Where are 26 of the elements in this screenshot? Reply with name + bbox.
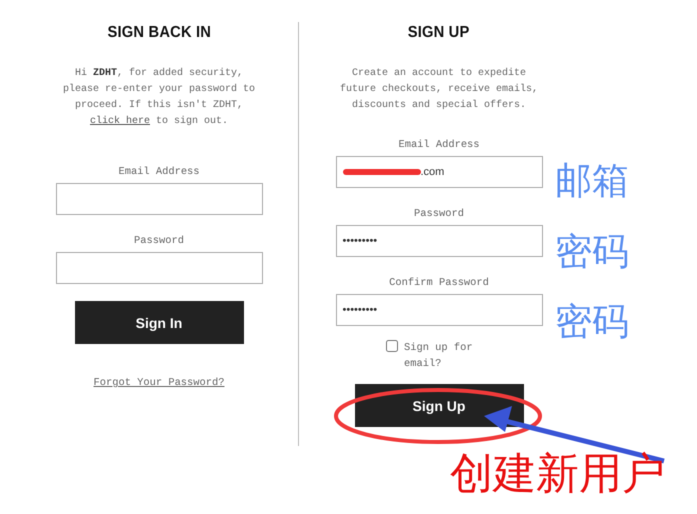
field-value: .com <box>420 166 444 178</box>
input-field[interactable]: ••••••••• <box>336 225 542 257</box>
field-value: ••••••••• <box>342 235 378 247</box>
annotation-label: 密码 <box>555 303 629 340</box>
annotation-label: 密码 <box>555 233 629 270</box>
annotation-caption: 创建新用户 <box>450 453 665 496</box>
input-field[interactable]: ••••••••• <box>336 294 542 326</box>
input-field[interactable]: .com <box>336 156 542 188</box>
field-label: Email Address <box>398 139 480 151</box>
intro-text: Create an account to expedite future checkouts, receive emails, discounts and special offers. <box>339 66 539 113</box>
intro-text: Hi ZDHT, for added security, please re-enter your password to proceed. If this isn't ZDHT, click here to sign out. <box>62 66 256 129</box>
annotation-label: 邮箱 <box>555 162 629 199</box>
field-value: ••••••••• <box>342 304 378 316</box>
sign-in-button[interactable]: Sign In <box>74 301 244 344</box>
checkbox-label: Sign up for email? <box>404 341 474 372</box>
sign-out-link[interactable]: click here <box>90 116 150 127</box>
input-field[interactable] <box>56 183 262 215</box>
field-label: Password <box>134 235 184 247</box>
section-title: SIGN UP <box>408 24 470 42</box>
newsletter-checkbox[interactable] <box>386 340 398 352</box>
input-field[interactable] <box>56 252 262 284</box>
forgot-password-link[interactable]: Forgot Your Password? <box>94 377 224 389</box>
field-label: Email Address <box>118 166 200 178</box>
field-label: Confirm Password <box>389 277 489 289</box>
field-label: Password <box>414 208 464 220</box>
section-title: SIGN BACK IN <box>107 24 211 42</box>
